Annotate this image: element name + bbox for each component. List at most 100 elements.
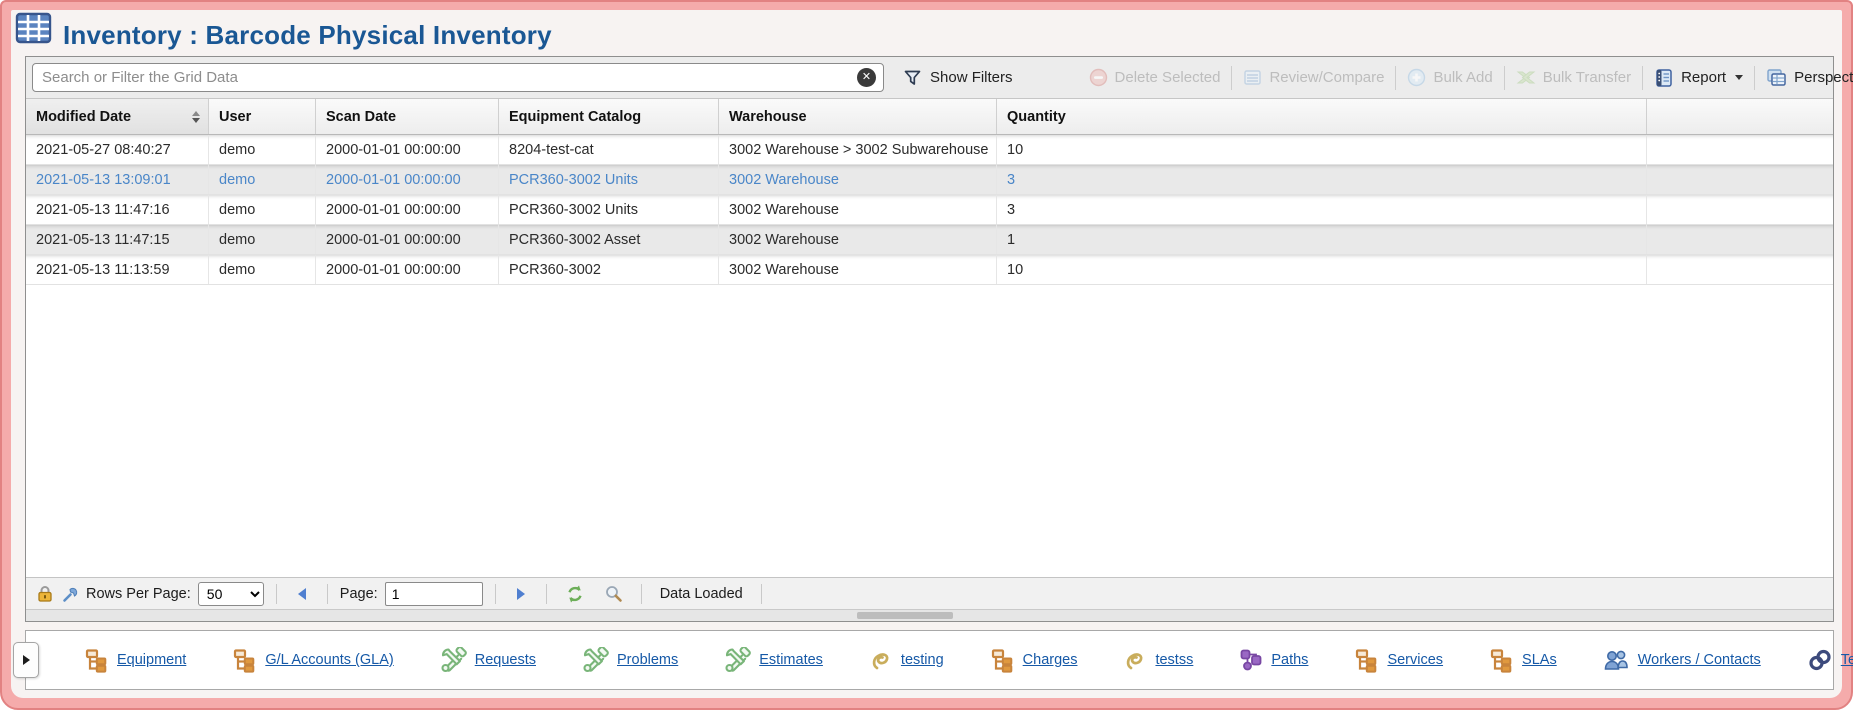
footer-link-services[interactable]: Services xyxy=(1354,648,1443,673)
scrollbar-thumb[interactable] xyxy=(857,612,953,619)
table-cell: PCR360-3002 Asset xyxy=(499,225,719,254)
footer-link-paths[interactable]: Paths xyxy=(1239,648,1308,672)
table-cell: demo xyxy=(209,165,316,194)
footer-link-label[interactable]: Charges xyxy=(1023,652,1078,668)
page-title: Inventory : Barcode Physical Inventory xyxy=(63,20,552,51)
footer-link-estimates[interactable]: Estimates xyxy=(724,647,823,673)
refresh-icon xyxy=(565,584,585,604)
footer-link-label[interactable]: SLAs xyxy=(1522,652,1557,668)
footer-link-label[interactable]: Workers / Contacts xyxy=(1638,652,1761,668)
column-header-warehouse[interactable]: Warehouse xyxy=(719,99,997,134)
column-header-user[interactable]: User xyxy=(209,99,316,134)
footer-link-label[interactable]: testing xyxy=(901,652,944,668)
column-header-equipment-catalog[interactable]: Equipment Catalog xyxy=(499,99,719,134)
column-header-label: Quantity xyxy=(1007,109,1066,125)
table-cell: demo xyxy=(209,135,316,164)
bulk-transfer-icon xyxy=(1516,68,1536,87)
report-button[interactable]: Report xyxy=(1645,63,1752,93)
pagination-bar: Rows Per Page: 50 Page: xyxy=(26,577,1833,609)
divider xyxy=(495,584,496,604)
table-cell: 2021-05-27 08:40:27 xyxy=(26,135,209,164)
table-row[interactable]: 2021-05-13 11:13:59demo2000-01-01 00:00:… xyxy=(26,255,1833,285)
people-icon xyxy=(1603,648,1630,672)
table-cell-empty xyxy=(1647,255,1833,284)
divider xyxy=(1504,66,1505,90)
button-label: Bulk Add xyxy=(1433,69,1492,86)
page-number-input[interactable] xyxy=(385,582,483,606)
footer-link-label[interactable]: testss xyxy=(1155,652,1193,668)
table-cell: PCR360-3002 xyxy=(499,255,719,284)
column-header-label: User xyxy=(219,109,251,125)
table-row[interactable]: 2021-05-13 13:09:01demo2000-01-01 00:00:… xyxy=(26,165,1833,195)
footer-link-label[interactable]: Services xyxy=(1387,652,1443,668)
horizontal-scrollbar[interactable] xyxy=(26,609,1833,621)
button-label: Bulk Transfer xyxy=(1543,69,1631,86)
next-page-button[interactable] xyxy=(508,586,534,602)
show-filters-button[interactable]: Show Filters xyxy=(894,63,1022,93)
toolbar-buttons: Show FiltersDelete SelectedReview/Compar… xyxy=(894,63,1853,93)
footer-link-problems[interactable]: Problems xyxy=(582,647,678,673)
clear-search-icon[interactable]: ✕ xyxy=(857,68,876,87)
table-cell: 3 xyxy=(997,195,1647,224)
footer-link-label[interactable]: Requests xyxy=(475,652,536,668)
tree-icon xyxy=(1354,648,1379,673)
footer-link-workers-contacts[interactable]: Workers / Contacts xyxy=(1603,648,1761,672)
table-cell: 2021-05-13 11:47:15 xyxy=(26,225,209,254)
table-row[interactable]: 2021-05-13 11:47:16demo2000-01-01 00:00:… xyxy=(26,195,1833,225)
table-header-row: Modified Date User Scan Date Equipment Cata… xyxy=(26,99,1833,135)
footer-links: Equipment G/L Accounts (GLA) Requests Probl… xyxy=(84,647,1853,673)
refresh-button[interactable] xyxy=(559,584,591,604)
perspectives-button[interactable]: Perspectives xyxy=(1757,63,1853,93)
table-cell-empty xyxy=(1647,225,1833,254)
divider xyxy=(546,584,547,604)
footer-link-testss[interactable]: testss xyxy=(1123,648,1193,672)
bulk-add-icon xyxy=(1407,68,1426,87)
tools-icon xyxy=(582,647,609,673)
wrench-icon xyxy=(61,585,79,603)
table-cell: 2021-05-13 13:09:01 xyxy=(26,165,209,194)
app-content: Inventory : Barcode Physical Inventory ✕… xyxy=(11,10,1842,698)
search-grid-button[interactable] xyxy=(598,584,629,603)
table-cell: 2021-05-13 11:13:59 xyxy=(26,255,209,284)
button-label: Report xyxy=(1681,69,1726,86)
table-row[interactable]: 2021-05-27 08:40:27demo2000-01-01 00:00:… xyxy=(26,135,1833,165)
footer-link-test-form[interactable]: Test Form xyxy=(1807,648,1853,673)
title-bar: Inventory : Barcode Physical Inventory xyxy=(11,10,1842,56)
footer-link-label[interactable]: G/L Accounts (GLA) xyxy=(265,652,393,668)
tree-icon xyxy=(1489,648,1514,673)
column-header-scan-date[interactable]: Scan Date xyxy=(316,99,499,134)
review-compare-icon xyxy=(1243,68,1262,87)
clip-icon xyxy=(1123,648,1147,672)
column-header-modified-date[interactable]: Modified Date xyxy=(26,99,209,134)
expand-panel-tab[interactable] xyxy=(13,642,39,678)
tree-icon xyxy=(990,648,1015,673)
divider xyxy=(1642,66,1643,90)
footer-link-label[interactable]: Estimates xyxy=(759,652,823,668)
column-header-label: Equipment Catalog xyxy=(509,109,641,125)
previous-page-button[interactable] xyxy=(289,586,315,602)
column-header-quantity[interactable]: Quantity xyxy=(997,99,1647,134)
footer-link-label[interactable]: Paths xyxy=(1271,652,1308,668)
footer-link-charges[interactable]: Charges xyxy=(990,648,1078,673)
footer-link-testing[interactable]: testing xyxy=(869,648,944,672)
footer-link-label[interactable]: Test Form xyxy=(1841,652,1853,668)
table-row[interactable]: 2021-05-13 11:47:15demo2000-01-01 00:00:… xyxy=(26,225,1833,255)
rows-per-page-select[interactable]: 50 xyxy=(198,582,264,606)
chevron-down-icon xyxy=(1735,75,1743,80)
table-cell-empty xyxy=(1647,195,1833,224)
delete-selected-button: Delete Selected xyxy=(1080,63,1230,92)
footer-link-label[interactable]: Equipment xyxy=(117,652,186,668)
footer-link-equipment[interactable]: Equipment xyxy=(84,648,186,673)
search-input[interactable] xyxy=(32,63,884,92)
table-cell: 1 xyxy=(997,225,1647,254)
tree-icon xyxy=(232,648,257,673)
footer-link-requests[interactable]: Requests xyxy=(440,647,536,673)
table-cell: 10 xyxy=(997,135,1647,164)
table-cell: 3002 Warehouse xyxy=(719,195,997,224)
perspectives-icon xyxy=(1766,68,1787,88)
footer-link-slas[interactable]: SLAs xyxy=(1489,648,1557,673)
clip-icon xyxy=(869,648,893,672)
footer-link-g-l-accounts-gla[interactable]: G/L Accounts (GLA) xyxy=(232,648,393,673)
footer-link-label[interactable]: Problems xyxy=(617,652,678,668)
next-arrow-icon xyxy=(514,586,528,602)
